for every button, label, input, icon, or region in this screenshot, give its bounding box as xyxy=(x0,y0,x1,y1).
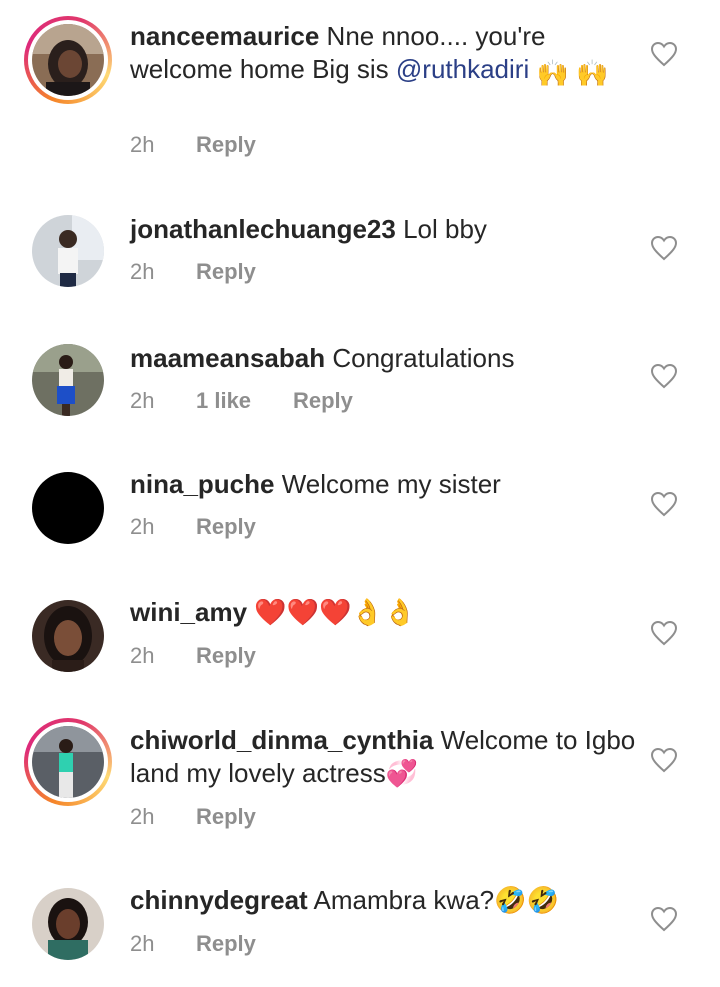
comment-item: chiworld_dinma_cynthia Welcome to Igbo l… xyxy=(0,705,720,855)
comment-item: wini_amy ❤️❤️❤️👌👌 2h Reply xyxy=(0,580,720,690)
comment-text: jonathanlechuange23 Lol bby xyxy=(130,213,630,246)
avatar-story-ring[interactable] xyxy=(24,718,112,806)
comment-item: chinnydegreat Amambra kwa?🤣🤣 2h Reply xyxy=(0,868,720,987)
avatar-image xyxy=(32,888,104,960)
avatar[interactable] xyxy=(32,472,104,544)
comment-username[interactable]: nina_puche xyxy=(130,469,274,499)
avatar-image xyxy=(32,472,104,544)
avatar-image xyxy=(32,215,104,287)
likes-count[interactable]: 1 like xyxy=(196,388,293,414)
avatar[interactable] xyxy=(32,215,104,287)
comment-mention[interactable]: @ruthkadiri xyxy=(396,54,529,84)
comment-item: nina_puche Welcome my sister 2h Reply xyxy=(0,450,720,560)
comment-username[interactable]: nanceemaurice xyxy=(130,21,319,51)
comment-time: 2h xyxy=(130,388,155,413)
heart-outline-icon[interactable] xyxy=(650,41,678,67)
comment-username[interactable]: chinnydegreat xyxy=(130,885,308,915)
reply-button[interactable]: Reply xyxy=(196,804,256,830)
comment-meta: 2h Reply xyxy=(130,802,256,832)
comment-body: Amambra kwa?🤣🤣 xyxy=(307,885,559,915)
comment-body: Congratulations xyxy=(325,343,515,373)
comment-text: maameansabah Congratulations xyxy=(130,342,630,375)
avatar-story-ring[interactable] xyxy=(24,16,112,104)
avatar[interactable] xyxy=(32,344,104,416)
comment-username[interactable]: jonathanlechuange23 xyxy=(130,214,396,244)
comment-body: Lol bby xyxy=(395,214,487,244)
avatar-image xyxy=(32,600,104,672)
comment-time: 2h xyxy=(130,132,155,157)
comment-text: chiworld_dinma_cynthia Welcome to Igbo l… xyxy=(130,724,640,790)
reply-button[interactable]: Reply xyxy=(196,132,256,158)
avatar-photo xyxy=(32,600,104,672)
avatar-photo xyxy=(32,24,104,96)
avatar-photo xyxy=(32,726,104,798)
comment-emoji: 🙌 🙌 xyxy=(536,58,609,88)
comment-time: 2h xyxy=(130,259,155,284)
heart-outline-icon[interactable] xyxy=(650,235,678,261)
reply-button[interactable]: Reply xyxy=(196,514,256,540)
avatar[interactable] xyxy=(32,888,104,960)
comment-meta: 2h Reply xyxy=(130,929,256,959)
comment-item: jonathanlechuange23 Lol bby 2h Reply xyxy=(0,190,720,300)
comment-username[interactable]: wini_amy xyxy=(130,597,247,627)
avatar-photo xyxy=(32,344,104,416)
heart-outline-icon[interactable] xyxy=(650,906,678,932)
avatar-photo xyxy=(32,888,104,960)
avatar-image xyxy=(32,344,104,416)
comment-username[interactable]: maameansabah xyxy=(130,343,325,373)
comment-time: 2h xyxy=(130,514,155,539)
comment-meta: 2h Reply xyxy=(130,512,256,542)
heart-outline-icon[interactable] xyxy=(650,620,678,646)
comment-body: ❤️❤️❤️👌👌 xyxy=(247,597,417,627)
heart-outline-icon[interactable] xyxy=(650,491,678,517)
comment-item: nanceemaurice Nne nnoo.... you're welcom… xyxy=(0,0,720,180)
comment-text: nina_puche Welcome my sister xyxy=(130,468,630,501)
avatar-photo xyxy=(32,472,104,544)
avatar[interactable] xyxy=(32,726,104,798)
heart-outline-icon[interactable] xyxy=(650,747,678,773)
comment-text: chinnydegreat Amambra kwa?🤣🤣 xyxy=(130,884,630,917)
comment-meta: 2h Reply xyxy=(130,130,256,160)
comment-meta: 2h Reply xyxy=(130,257,256,287)
reply-button[interactable]: Reply xyxy=(196,259,256,285)
comment-meta: 2h Reply xyxy=(130,641,256,671)
comment-meta: 2h 1 like Reply xyxy=(130,386,353,416)
comment-time: 2h xyxy=(130,804,155,829)
comment-text: nanceemaurice Nne nnoo.... you're welcom… xyxy=(130,20,630,90)
avatar[interactable] xyxy=(32,24,104,96)
avatar[interactable] xyxy=(32,600,104,672)
heart-outline-icon[interactable] xyxy=(650,363,678,389)
comment-item: maameansabah Congratulations 2h 1 like R… xyxy=(0,320,720,430)
reply-button[interactable]: Reply xyxy=(293,388,353,414)
reply-button[interactable]: Reply xyxy=(196,643,256,669)
comment-text: wini_amy ❤️❤️❤️👌👌 xyxy=(130,596,630,629)
reply-button[interactable]: Reply xyxy=(196,931,256,957)
comment-time: 2h xyxy=(130,643,155,668)
comment-body: Welcome my sister xyxy=(274,469,501,499)
comment-username[interactable]: chiworld_dinma_cynthia xyxy=(130,725,433,755)
avatar-photo xyxy=(32,215,104,287)
comment-time: 2h xyxy=(130,931,155,956)
